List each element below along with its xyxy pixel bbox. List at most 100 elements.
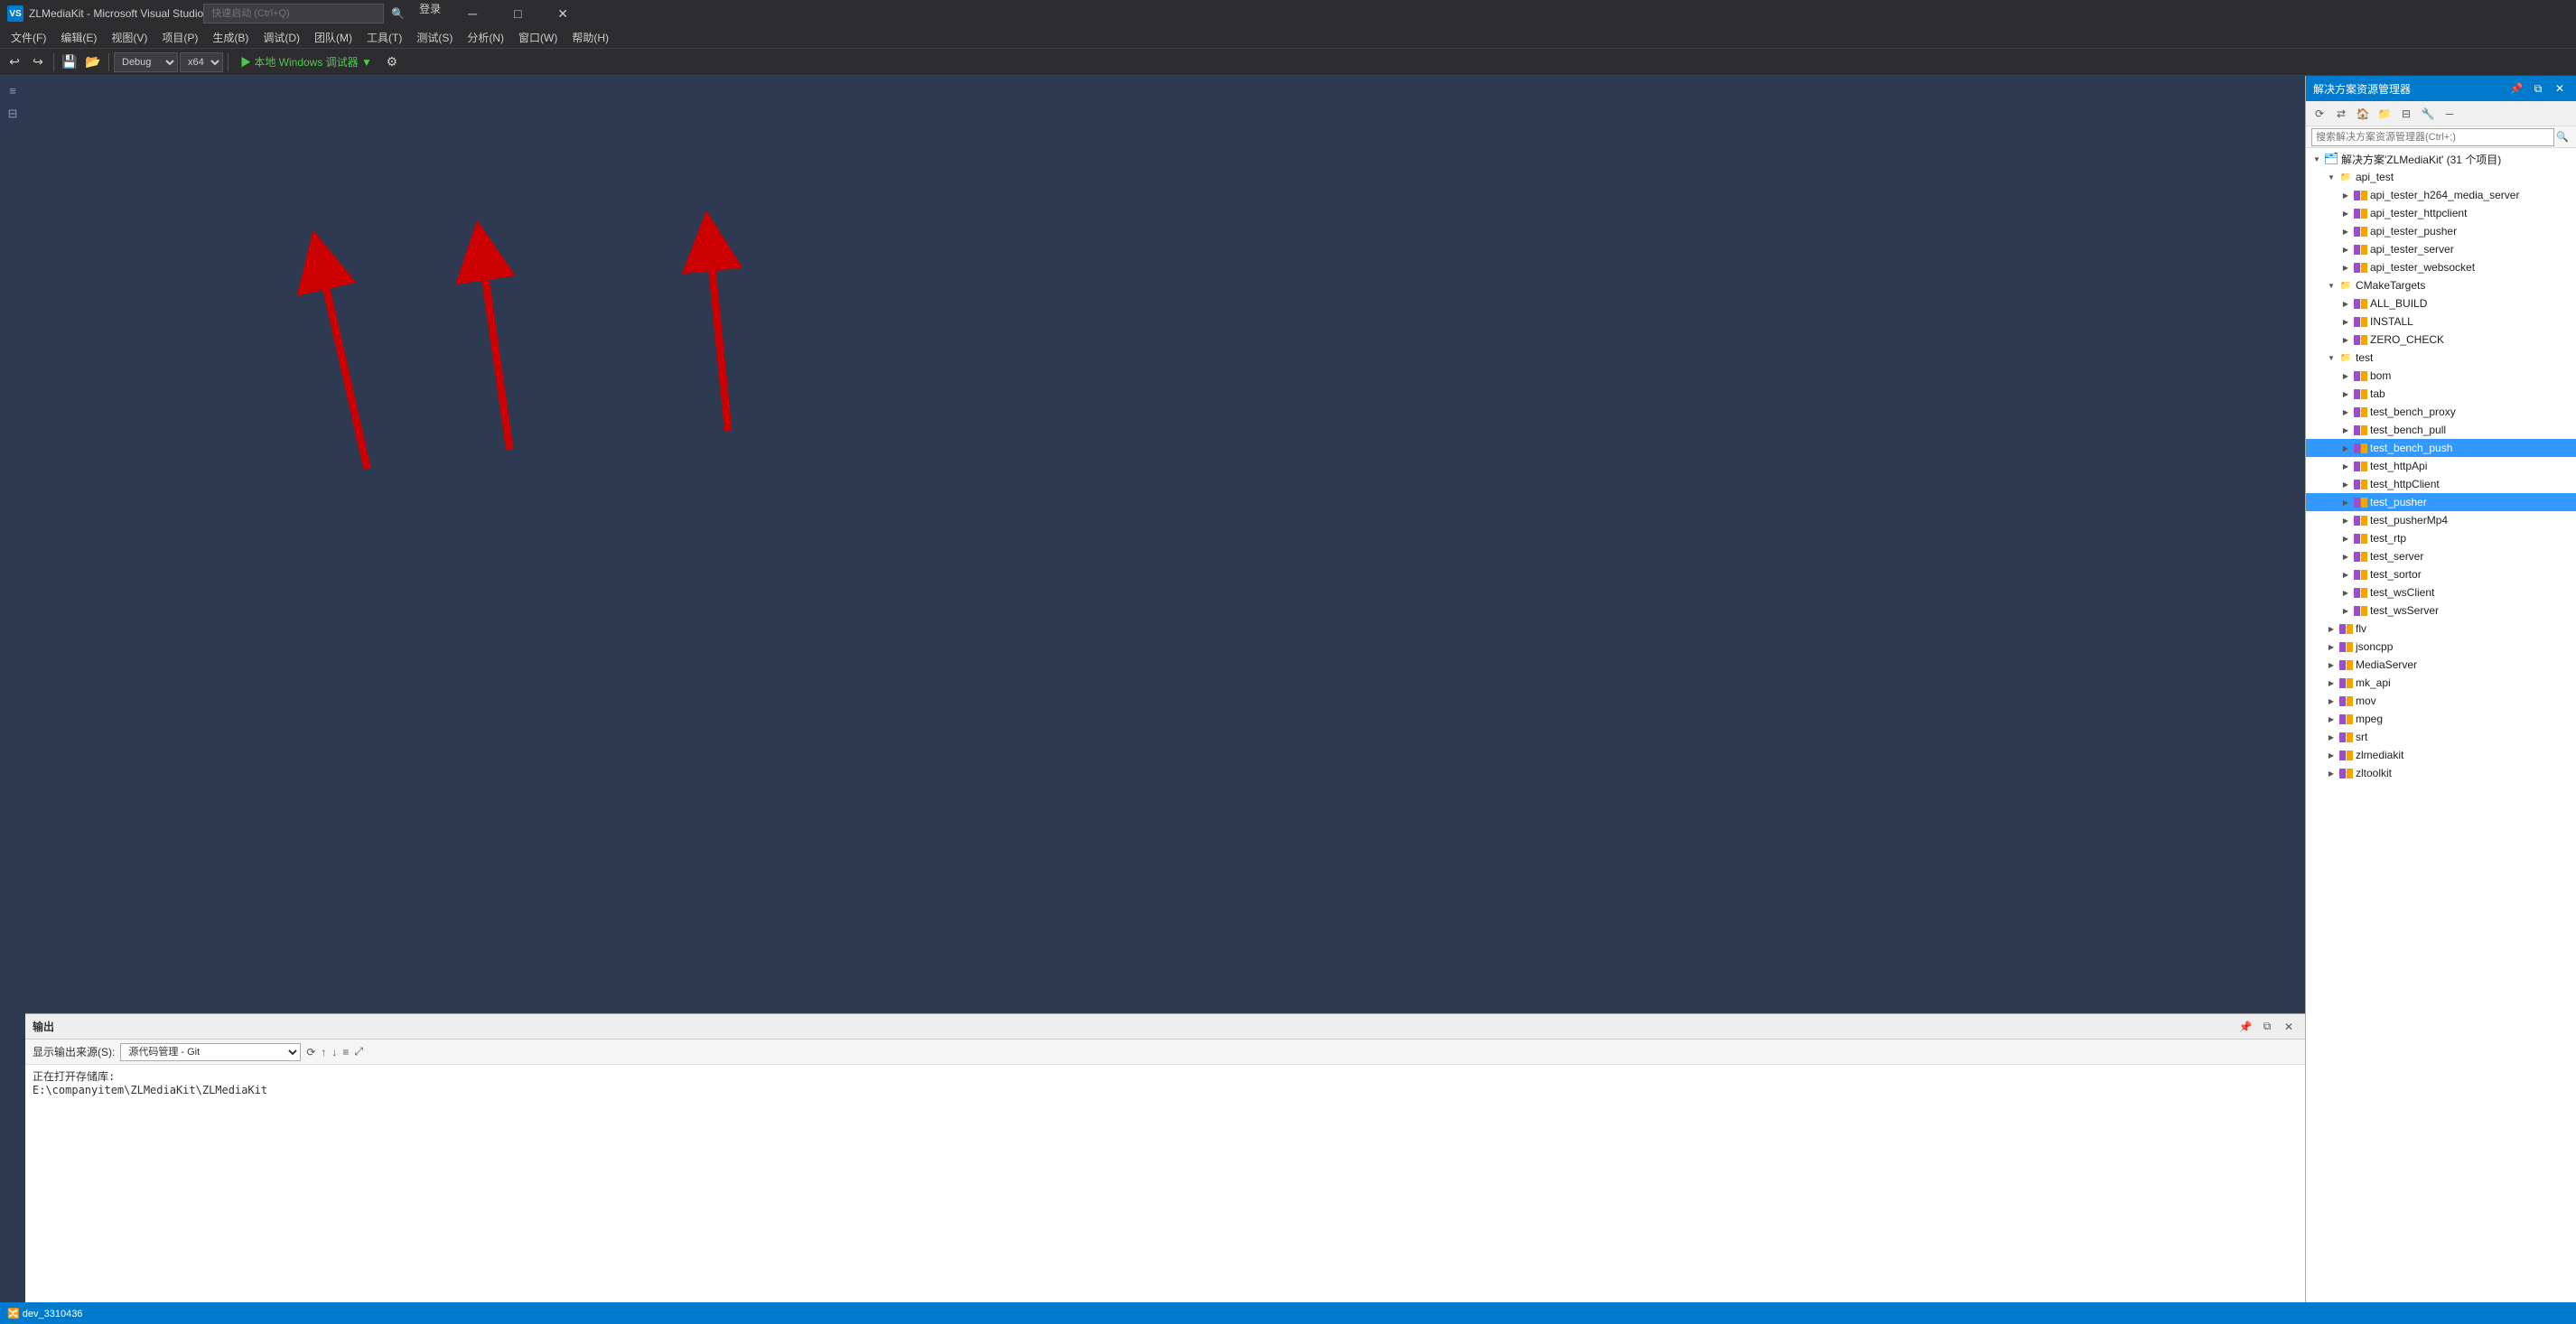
tree-item[interactable]: ▶tab <box>2306 385 2576 403</box>
tree-expander[interactable]: ▶ <box>2324 674 2338 692</box>
tree-item[interactable]: ▶test_bench_pull <box>2306 421 2576 439</box>
output-action-5[interactable]: ⤢ <box>354 1045 363 1058</box>
menu-item-工具T[interactable]: 工具(T) <box>359 27 409 49</box>
menu-item-文件F[interactable]: 文件(F) <box>4 27 53 49</box>
toolbar-open[interactable]: 📂 <box>82 51 104 73</box>
quick-search-input[interactable] <box>203 4 384 23</box>
tree-item[interactable]: ▶test_wsClient <box>2306 583 2576 601</box>
se-props-button[interactable]: 🔧 <box>2418 104 2438 124</box>
tree-expander[interactable]: ▶ <box>2324 728 2338 746</box>
menu-item-分析N[interactable]: 分析(N) <box>460 27 511 49</box>
tree-expander[interactable]: ▶ <box>2338 367 2353 385</box>
tree-item[interactable]: ▼📁CMakeTargets <box>2306 276 2576 294</box>
tree-item[interactable]: ▶api_tester_websocket <box>2306 258 2576 276</box>
tree-item[interactable]: ▶ALL_BUILD <box>2306 294 2576 312</box>
tree-expander[interactable]: ▶ <box>2338 493 2353 511</box>
toolbar-extra[interactable]: ⚙ <box>381 51 403 73</box>
tree-item[interactable]: ▶INSTALL <box>2306 312 2576 331</box>
tree-item[interactable]: ▶srt <box>2306 728 2576 746</box>
tree-expander[interactable]: ▶ <box>2338 385 2353 403</box>
platform-select[interactable]: x64 x86 <box>180 52 223 72</box>
tree-item[interactable]: ▶api_tester_h264_media_server <box>2306 186 2576 204</box>
tree-expander[interactable]: ▶ <box>2338 312 2353 331</box>
tree-expander[interactable]: ▼ <box>2324 276 2338 294</box>
tree-item[interactable]: ▶zltoolkit <box>2306 764 2576 782</box>
tree-expander[interactable]: ▶ <box>2324 710 2338 728</box>
se-minus-button[interactable]: ─ <box>2440 104 2459 124</box>
run-debugger-button[interactable]: ▶ 本地 Windows 调试器 ▼ <box>233 52 379 72</box>
se-search-button[interactable]: 🔍 <box>2554 129 2571 145</box>
tree-item[interactable]: ▼📁api_test <box>2306 168 2576 186</box>
output-action-3[interactable]: ↓ <box>331 1046 337 1058</box>
tree-item[interactable]: ▶test_pusherMp4 <box>2306 511 2576 529</box>
tree-item[interactable]: ▶mk_api <box>2306 674 2576 692</box>
tree-item[interactable]: ▶api_tester_pusher <box>2306 222 2576 240</box>
se-close-button[interactable]: ✕ <box>2551 79 2569 98</box>
tree-expander[interactable]: ▶ <box>2324 692 2338 710</box>
menu-item-项目P[interactable]: 项目(P) <box>154 27 205 49</box>
tree-item[interactable]: ▶test_httpClient <box>2306 475 2576 493</box>
se-sync-button[interactable]: ⇄ <box>2331 104 2351 124</box>
tree-item[interactable]: ▶mpeg <box>2306 710 2576 728</box>
tree-expander[interactable]: ▶ <box>2338 421 2353 439</box>
strip-icon-1[interactable]: ≡ <box>2 79 23 101</box>
restore-button[interactable]: □ <box>497 1 538 26</box>
tree-expander[interactable]: ▼ <box>2324 168 2338 186</box>
tree-expander[interactable]: ▶ <box>2338 204 2353 222</box>
tree-item[interactable]: ▶test_httpApi <box>2306 457 2576 475</box>
output-close-button[interactable]: ✕ <box>2280 1018 2298 1036</box>
menu-item-编辑E[interactable]: 编辑(E) <box>53 27 104 49</box>
tree-expander[interactable]: ▶ <box>2324 620 2338 638</box>
tree-item[interactable]: ▶ZERO_CHECK <box>2306 331 2576 349</box>
menu-item-窗口W[interactable]: 窗口(W) <box>511 27 565 49</box>
tree-item[interactable]: ▶api_tester_httpclient <box>2306 204 2576 222</box>
tree-item[interactable]: ▶test_bench_push <box>2306 439 2576 457</box>
menu-item-调试D[interactable]: 调试(D) <box>256 27 307 49</box>
tree-expander[interactable]: ▶ <box>2338 583 2353 601</box>
output-action-1[interactable]: ⟳ <box>306 1046 315 1058</box>
tree-item[interactable]: ▼🗂解决方案'ZLMediaKit' (31 个项目) <box>2306 150 2576 168</box>
tree-expander[interactable]: ▶ <box>2324 656 2338 674</box>
output-action-4[interactable]: ≡ <box>342 1046 349 1058</box>
tree-expander[interactable]: ▶ <box>2338 331 2353 349</box>
tree-item[interactable]: ▶test_pusher <box>2306 493 2576 511</box>
tree-expander[interactable]: ▶ <box>2338 475 2353 493</box>
tree-item[interactable]: ▶zlmediakit <box>2306 746 2576 764</box>
menu-item-生成B[interactable]: 生成(B) <box>205 27 256 49</box>
tree-expander[interactable]: ▶ <box>2338 457 2353 475</box>
tree-expander[interactable]: ▶ <box>2338 222 2353 240</box>
tree-expander[interactable]: ▶ <box>2338 186 2353 204</box>
tree-expander[interactable]: ▶ <box>2338 565 2353 583</box>
tree-expander[interactable]: ▶ <box>2338 258 2353 276</box>
se-search-input[interactable] <box>2311 128 2554 146</box>
menu-item-测试S[interactable]: 测试(S) <box>409 27 460 49</box>
login-button[interactable]: 登录 <box>419 1 441 26</box>
tree-item[interactable]: ▶flv <box>2306 620 2576 638</box>
tree-expander[interactable]: ▶ <box>2324 746 2338 764</box>
tree-expander[interactable]: ▶ <box>2338 403 2353 421</box>
se-refresh-button[interactable]: ⟳ <box>2310 104 2329 124</box>
se-collapse-button[interactable]: ⊟ <box>2396 104 2416 124</box>
se-show-all-button[interactable]: 📁 <box>2375 104 2394 124</box>
tree-item[interactable]: ▶api_tester_server <box>2306 240 2576 258</box>
tree-item[interactable]: ▶jsoncpp <box>2306 638 2576 656</box>
tree-expander[interactable]: ▶ <box>2338 240 2353 258</box>
toolbar-save[interactable]: 💾 <box>59 51 80 73</box>
output-action-2[interactable]: ↑ <box>321 1046 326 1058</box>
se-float-button[interactable]: ⧉ <box>2529 79 2547 98</box>
tree-item[interactable]: ▶test_bench_proxy <box>2306 403 2576 421</box>
tree-expander[interactable]: ▶ <box>2338 547 2353 565</box>
close-button[interactable]: ✕ <box>542 1 583 26</box>
se-pin-button[interactable]: 📌 <box>2507 79 2525 98</box>
toolbar-redo[interactable]: ↪ <box>27 51 49 73</box>
minimize-button[interactable]: ─ <box>452 1 493 26</box>
menu-item-团队M[interactable]: 团队(M) <box>307 27 359 49</box>
debug-config-select[interactable]: Debug Release <box>114 52 178 72</box>
tree-expander[interactable]: ▼ <box>2310 150 2324 168</box>
output-float-button[interactable]: ⧉ <box>2258 1018 2276 1036</box>
menu-item-视图V[interactable]: 视图(V) <box>104 27 154 49</box>
menu-item-帮助H[interactable]: 帮助(H) <box>565 27 616 49</box>
tree-expander[interactable]: ▶ <box>2338 294 2353 312</box>
tree-expander[interactable]: ▶ <box>2338 601 2353 620</box>
tree-item[interactable]: ▼📁test <box>2306 349 2576 367</box>
